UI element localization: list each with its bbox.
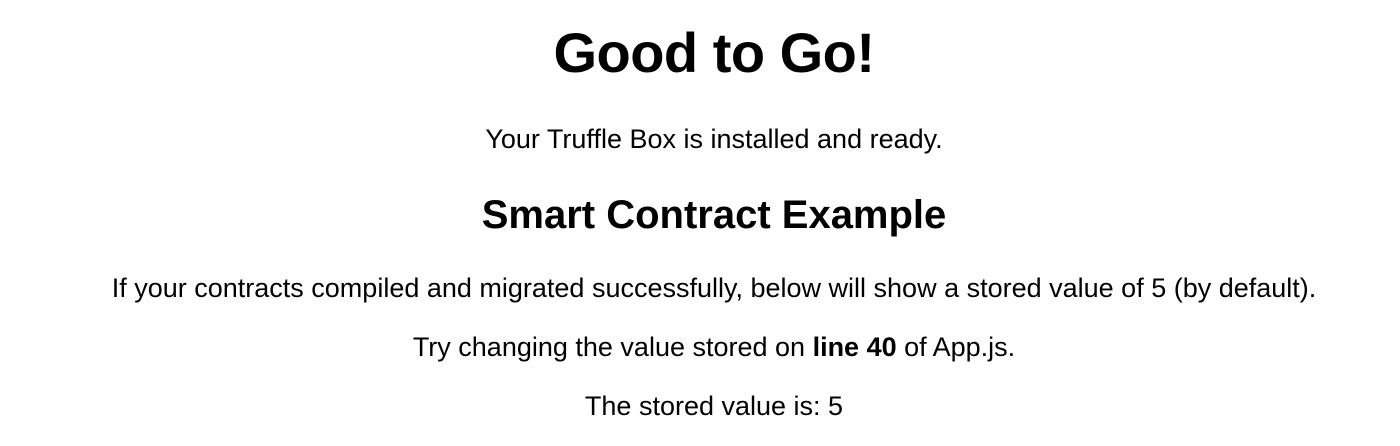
hint-suffix: of App.js. <box>896 332 1016 362</box>
stored-value-label: The stored value is: <box>584 391 829 421</box>
hint-line-number: line 40 <box>812 332 897 362</box>
page-title: Good to Go! <box>553 21 875 84</box>
hint-prefix: Try changing the value stored on <box>412 332 813 362</box>
intro-text: Your Truffle Box is installed and ready. <box>485 124 943 154</box>
app-root: Good to Go! Your Truffle Box is installe… <box>0 0 1400 446</box>
section-heading: Smart Contract Example <box>481 193 947 237</box>
hint-text: Try changing the value stored on line 40… <box>0 331 1400 363</box>
stored-value-text: The stored value is: 5 <box>0 390 1400 422</box>
stored-value: 5 <box>828 391 844 421</box>
description-text: If your contracts compiled and migrated … <box>111 273 1317 303</box>
